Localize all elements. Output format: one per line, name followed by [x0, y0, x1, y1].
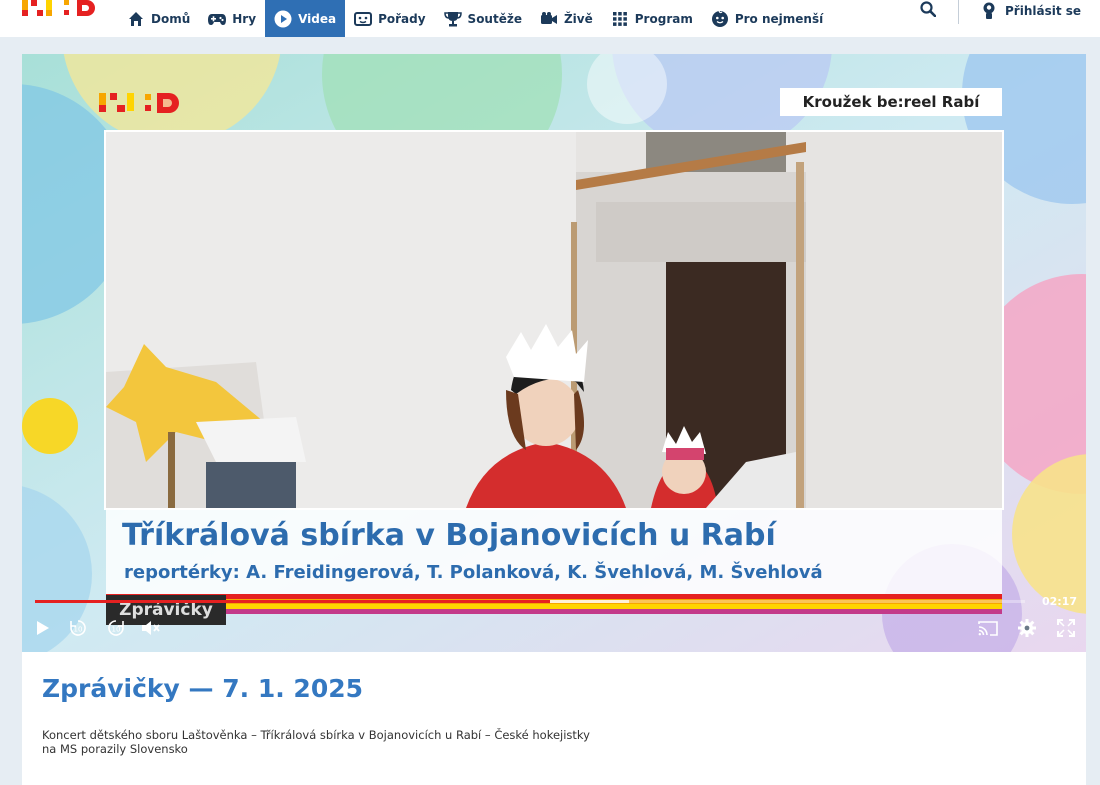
forward-10-icon: 10: [106, 618, 126, 642]
show-label: Kroužek be:reel Rabí: [780, 88, 1002, 116]
nav-item-souteze[interactable]: Soutěže: [435, 0, 531, 37]
nav-item-label: Pro nejmenší: [734, 11, 824, 26]
mute-button[interactable]: [140, 619, 162, 641]
video-player[interactable]: Kroužek be:reel Rabí Tříkrálová sbírka v…: [22, 54, 1086, 652]
nav-item-zive[interactable]: Živě: [531, 0, 602, 37]
login-label: Přihlásit se: [1005, 4, 1082, 18]
user-icon: [980, 2, 998, 20]
caption-headline: Tříkrálová sbírka v Bojanovicích u Rabí: [122, 518, 776, 553]
settings-button[interactable]: [1016, 619, 1038, 641]
caption-reporters: reportérky: A. Freidingerová, T. Polanko…: [124, 562, 823, 583]
nav-item-hry[interactable]: Hry: [199, 0, 265, 37]
live-camera-icon: [540, 10, 558, 28]
nav-item-label: Domů: [151, 11, 191, 26]
channel-logo-watermark: [99, 90, 185, 116]
baby-face-icon: [711, 10, 729, 28]
video-scene: [106, 132, 1002, 508]
rewind-10-button[interactable]: 10: [67, 619, 89, 641]
video-frame: [104, 130, 1004, 510]
ct-d-logo[interactable]: [22, 0, 100, 18]
nav-item-videa[interactable]: Videa: [265, 0, 346, 37]
time-remaining: 02:17: [1042, 595, 1078, 608]
settings-icon: [1018, 619, 1036, 641]
nav-item-label: Program: [634, 11, 693, 26]
main-nav: Domů Hry Videa Pořady Soutěže Živě Progr…: [118, 0, 832, 37]
fullscreen-button[interactable]: [1055, 619, 1077, 641]
svg-text:10: 10: [74, 626, 83, 634]
progress-played: [35, 600, 550, 603]
svg-text:10: 10: [112, 626, 121, 634]
cast-icon: [978, 620, 998, 640]
gamepad-icon: [208, 10, 227, 28]
brand-stripes: [106, 594, 1002, 614]
nav-item-label: Živě: [563, 11, 593, 26]
search-button[interactable]: [916, 0, 940, 22]
play-icon: [36, 620, 50, 640]
play-button[interactable]: [32, 619, 54, 641]
nav-item-program[interactable]: Program: [602, 0, 702, 37]
cast-button[interactable]: [977, 619, 999, 641]
nav-item-domu[interactable]: Domů: [118, 0, 199, 37]
video-info: Zprávičky — 7. 1. 2025 Koncert dětského …: [22, 652, 1086, 785]
nav-item-label: Pořady: [378, 11, 426, 26]
stripe-magenta: [106, 609, 1002, 614]
forward-10-button[interactable]: 10: [105, 619, 127, 641]
grid-icon: [611, 10, 629, 28]
play-circle-icon: [274, 10, 292, 28]
video-title: Zprávičky — 7. 1. 2025: [42, 674, 364, 703]
rewind-10-icon: 10: [68, 618, 88, 642]
mute-icon: [141, 620, 161, 640]
tv-icon: [354, 10, 373, 28]
nav-item-label: Soutěže: [467, 11, 522, 26]
search-icon: [920, 1, 937, 21]
nav-divider: [958, 0, 959, 24]
nav-item-label: Videa: [298, 11, 337, 26]
nav-item-pro-nejmensi[interactable]: Pro nejmenší: [702, 0, 832, 37]
nav-item-porady[interactable]: Pořady: [345, 0, 434, 37]
progress-bar[interactable]: [35, 600, 1025, 603]
fullscreen-icon: [1057, 619, 1075, 641]
video-description: Koncert dětského sboru Laštověnka – Třík…: [42, 728, 590, 756]
top-navigation-bar: Domů Hry Videa Pořady Soutěže Živě Progr…: [0, 0, 1100, 37]
nav-item-label: Hry: [232, 11, 257, 26]
trophy-icon: [443, 10, 462, 28]
login-button[interactable]: Přihlásit se: [980, 0, 1081, 22]
home-icon: [127, 10, 145, 28]
lower-third-caption: Tříkrálová sbírka v Bojanovicích u Rabí …: [106, 510, 1002, 596]
